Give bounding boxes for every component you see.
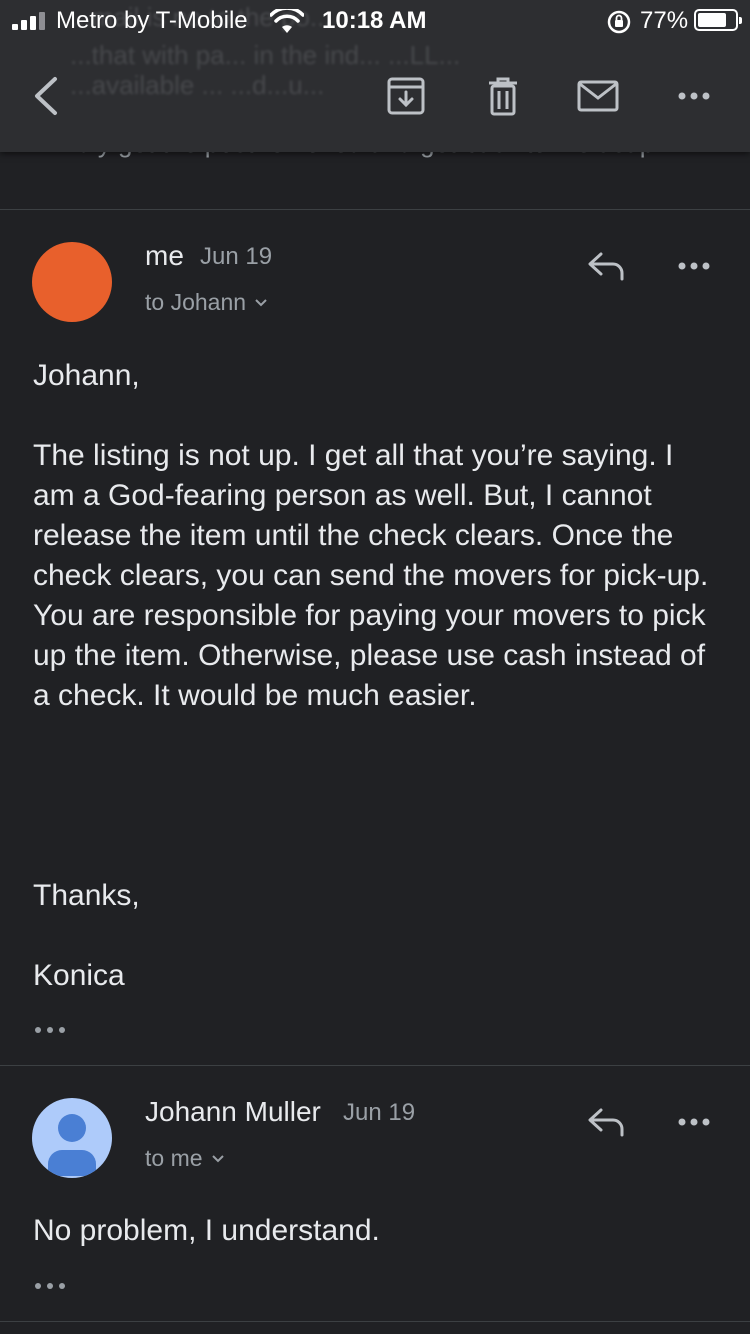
divider: [0, 209, 750, 210]
ellipsis-icon: [35, 1283, 65, 1289]
back-button[interactable]: [22, 70, 70, 122]
person-icon: [48, 1114, 96, 1176]
divider: [0, 1065, 750, 1066]
chevron-down-icon: [211, 1154, 224, 1162]
battery-icon: [694, 9, 742, 31]
more-options-button[interactable]: [670, 80, 718, 112]
status-bar: Metro by T-Mobile 10:18 AM 77%: [0, 0, 750, 42]
carrier-name: Metro by T-Mobile: [56, 7, 248, 34]
message-body: No problem, I understand.: [33, 1214, 380, 1247]
message-greeting: Johann,: [33, 359, 140, 392]
ghost-text-line: ...that with pa... in the ind... ...LL..…: [70, 40, 461, 70]
message-more-button[interactable]: [672, 254, 716, 278]
mail-icon: [577, 80, 619, 112]
recipient-label: to me: [145, 1145, 203, 1171]
reply-button[interactable]: [584, 246, 628, 286]
delete-button[interactable]: [482, 72, 524, 120]
rotation-lock-icon: [606, 9, 632, 42]
signal-icon: [12, 12, 48, 30]
message-closing: Thanks,: [33, 879, 140, 912]
avatar[interactable]: [32, 242, 112, 322]
ellipsis-icon: [35, 1027, 65, 1033]
top-app-bar: ...mail is no to the po... ...that with …: [0, 0, 750, 152]
archive-icon: [387, 77, 425, 115]
wifi-icon: [269, 6, 305, 42]
mark-unread-button[interactable]: [574, 76, 622, 116]
back-arrow-icon: [35, 77, 57, 115]
recipient-details-toggle[interactable]: to Johann: [145, 289, 268, 316]
sender-name: Johann Muller: [145, 1096, 321, 1127]
reply-button[interactable]: [584, 1102, 628, 1142]
trash-icon: [489, 77, 517, 116]
message-more-button[interactable]: [672, 1110, 716, 1134]
recipient-label: to Johann: [145, 289, 247, 315]
message-date: Jun 19: [200, 243, 273, 270]
message-date: Jun 19: [343, 1099, 416, 1126]
show-trimmed-content-button[interactable]: [32, 1276, 72, 1296]
clock: 10:18 AM: [322, 7, 427, 34]
more-horizontal-icon: [678, 92, 710, 100]
show-trimmed-content-button[interactable]: [32, 1020, 72, 1040]
chevron-down-icon: [255, 298, 267, 306]
divider: [0, 1321, 750, 1322]
recipient-details-toggle[interactable]: to me: [145, 1145, 225, 1172]
message-signature: Konica: [33, 959, 125, 992]
sender-name: me: [145, 240, 184, 271]
avatar[interactable]: [32, 1098, 112, 1178]
battery-percent: 77%: [640, 7, 689, 34]
reply-icon: [588, 252, 624, 281]
message-body: The listing is not up. I get all that yo…: [33, 439, 709, 712]
reply-icon: [588, 1108, 624, 1137]
more-horizontal-icon: [678, 262, 710, 270]
archive-button[interactable]: [384, 74, 428, 118]
more-horizontal-icon: [678, 1118, 710, 1126]
